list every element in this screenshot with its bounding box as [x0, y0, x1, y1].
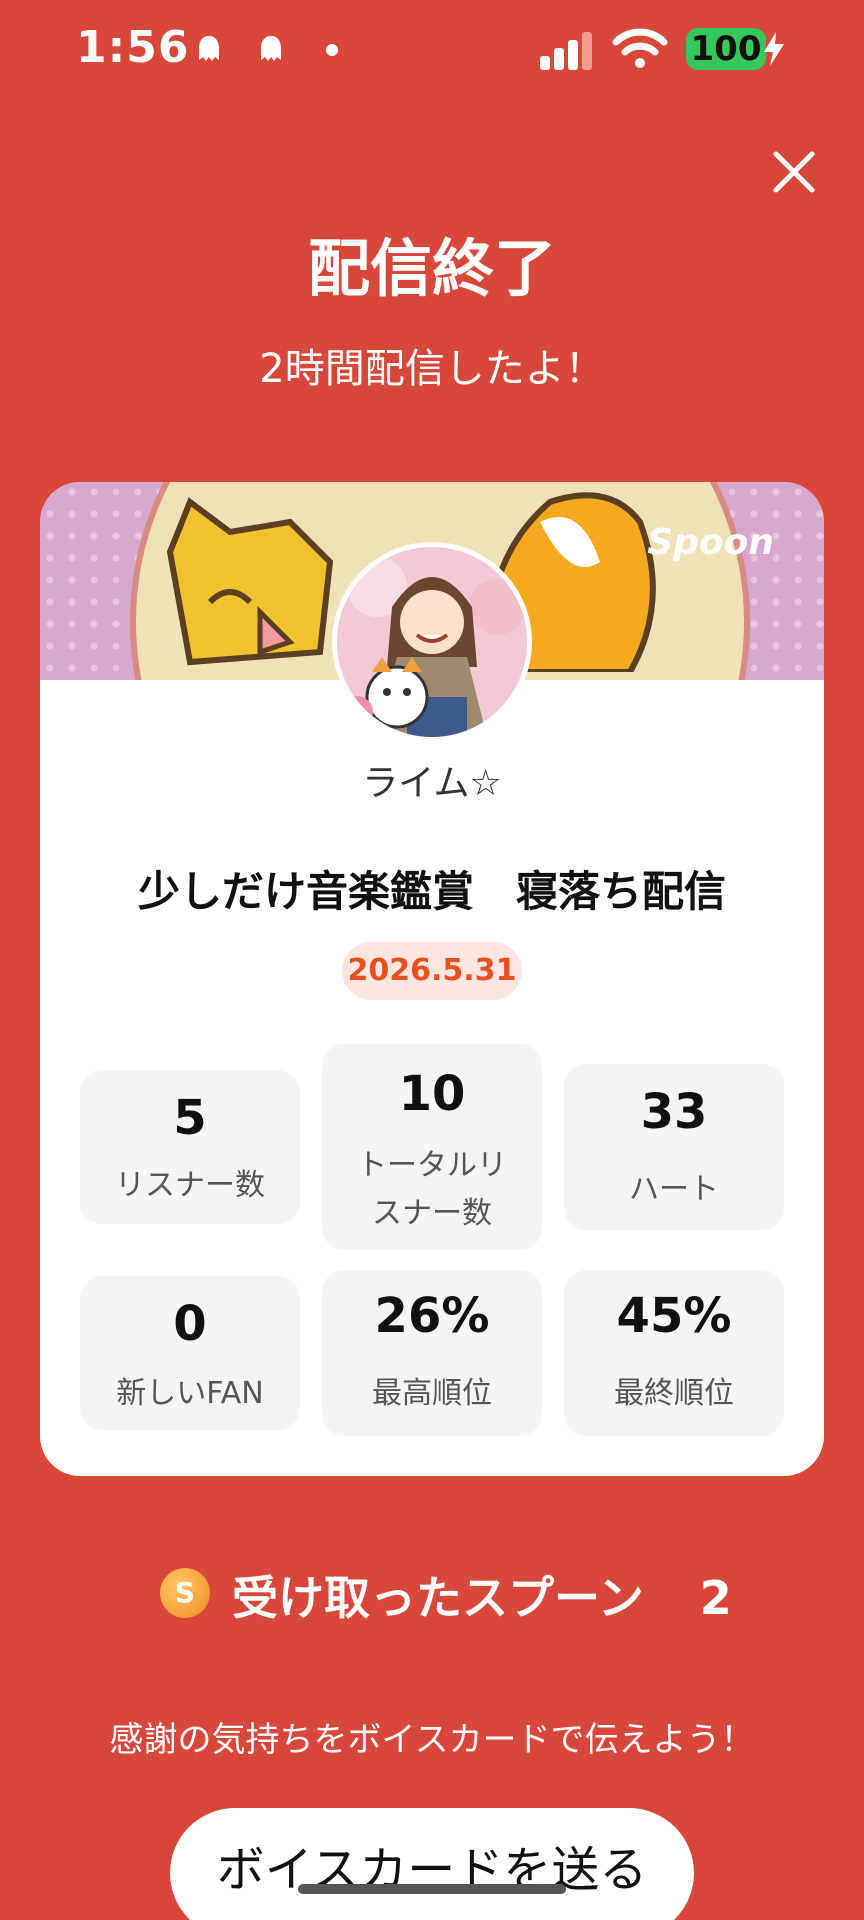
spoons-label: 受け取ったスプーン [232, 1571, 644, 1625]
stat-label: リスナー数 [115, 1168, 265, 1203]
brand-logo: Spoon [647, 522, 774, 563]
home-indicator[interactable] [298, 1884, 566, 1894]
stat-label: 最高順位 [372, 1376, 492, 1411]
stat-value: 0 [173, 1296, 207, 1352]
avatar-image [337, 547, 527, 737]
stat-hearts: 33 ハート [564, 1064, 784, 1230]
broadcast-title: 少しだけ音楽鑑賞 寝落ち配信 [137, 867, 726, 916]
stat-listeners: 5 リスナー数 [80, 1070, 300, 1224]
status-time: 1:56 [76, 22, 190, 73]
stat-value: 5 [173, 1090, 207, 1146]
stream-summary-card: Spoon ライム☆ 少しだけ音楽鑑賞 寝落ち配信 2026.5.31 5 リス… [40, 482, 824, 1476]
username: ライム☆ [362, 763, 502, 804]
dot-icon [326, 44, 338, 56]
send-voice-card-button[interactable]: ボイスカードを送る [170, 1808, 694, 1920]
spoons-received: S 受け取ったスプーン 2 [0, 1562, 864, 1625]
stat-total-listeners: 10 トータルリ スナー数 [322, 1044, 542, 1250]
stat-value: 10 [398, 1066, 466, 1122]
thanks-message: 感謝の気持ちをボイスカードで伝えよう！ [109, 1720, 755, 1760]
date-badge: 2026.5.31 [342, 942, 522, 1000]
stat-highest-rank: 26% 最高順位 [322, 1270, 542, 1436]
stat-new-fans: 0 新しいFAN [80, 1276, 300, 1430]
stat-value: 26% [374, 1288, 490, 1344]
stat-value: 33 [640, 1084, 708, 1140]
stat-label-line2: スナー数 [372, 1196, 492, 1231]
coin-letter: S [174, 1576, 196, 1609]
status-bar: 1:56 100 [0, 0, 864, 100]
battery-level: 100 [690, 29, 762, 69]
signal-icon [540, 30, 596, 70]
charging-bolt-icon [764, 32, 784, 66]
battery-icon: 100 [686, 28, 770, 70]
close-icon[interactable] [770, 148, 818, 196]
page-subtitle: 2時間配信したよ！ [259, 346, 605, 392]
wifi-icon [612, 28, 668, 68]
ghost-notification-icon [199, 36, 219, 61]
stat-value: 45% [616, 1288, 732, 1344]
avatar[interactable] [332, 542, 532, 742]
spoons-count: 2 [699, 1571, 732, 1625]
date-text: 2026.5.31 [347, 953, 517, 988]
spoon-coin-icon: S [160, 1568, 210, 1618]
page-title: 配信終了 [307, 232, 556, 305]
mascot-illustration [166, 497, 334, 666]
stream-ended-screen: 1:56 100 配信終了 2時間配信したよ！ Spoon ライム☆ 少しだけ音… [0, 0, 864, 1920]
ghost-notification-icon [261, 36, 281, 61]
stat-final-rank: 45% 最終順位 [564, 1270, 784, 1436]
stat-label: ハート [629, 1172, 719, 1207]
stat-label: 新しいFAN [116, 1376, 264, 1411]
stat-label: 最終順位 [614, 1376, 734, 1411]
stat-label-line1: トータルリ [357, 1148, 507, 1183]
